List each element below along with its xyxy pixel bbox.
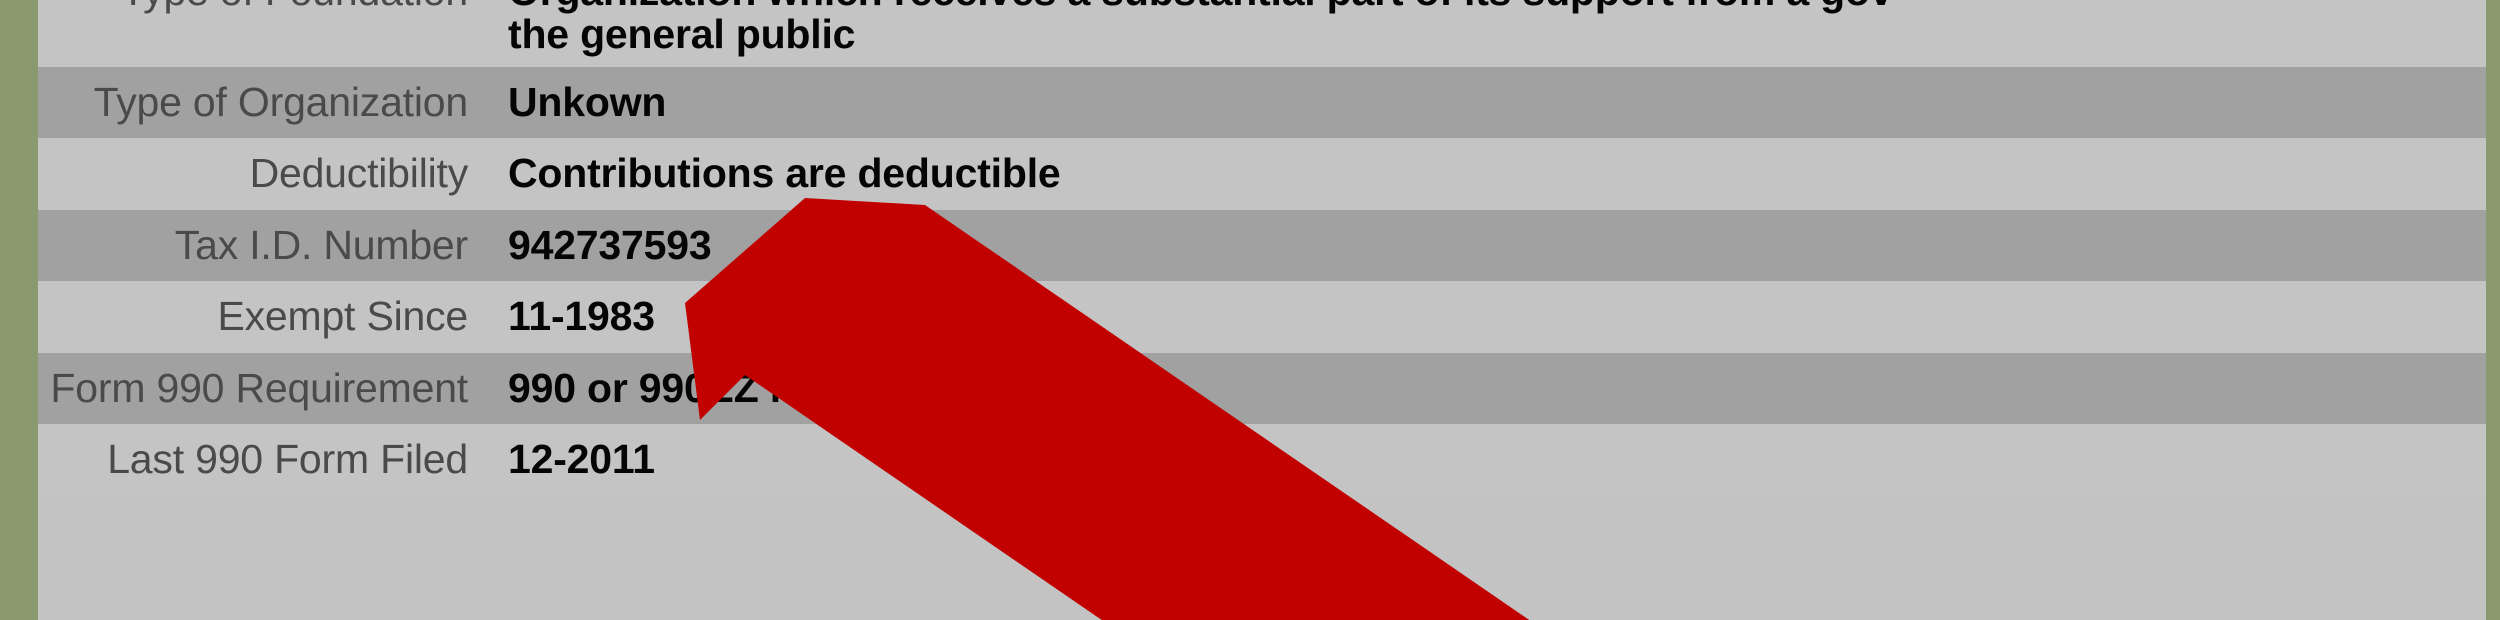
row-value-last-990-form-filed: 12-2011 <box>508 436 655 483</box>
row-value-type-of-foundation: Organization which receives a substantia… <box>490 0 2486 67</box>
row-value-tax-id-number: 942737593 <box>508 221 712 268</box>
table-row: Form 990 Requirement 990 or 990EZ return <box>38 352 2486 425</box>
table-row: Tax I.D. Number 942737593 <box>38 209 2486 282</box>
row-value-type-of-organization: Unkown <box>508 78 667 125</box>
table-row: Deductibility Contributions are deductib… <box>38 138 2486 210</box>
row-value-deductibility: Contributions are deductible <box>508 150 1061 197</box>
row-label-tax-id-number: Tax I.D. Number <box>174 221 468 268</box>
organization-details-table: Type of Foundation Organization which re… <box>38 0 2486 496</box>
table-row: Last 990 Form Filed 12-2011 <box>38 424 2486 496</box>
row-label-type-of-organization: Type of Organization <box>93 78 469 125</box>
row-value-line-2: the general public <box>508 11 856 58</box>
page-right-margin <box>2486 0 2500 620</box>
row-label-exempt-since: Exempt Since <box>217 293 468 340</box>
page-left-margin <box>0 0 38 620</box>
table-row: Exempt Since 11-1983 <box>38 281 2486 353</box>
row-label-form-990-requirement: Form 990 Requirement <box>50 364 468 411</box>
table-row: Type of Foundation Organization which re… <box>38 0 2486 67</box>
row-label-type-of-foundation: Type of Foundation <box>38 0 490 22</box>
row-value-form-990-requirement: 990 or 990EZ return <box>508 364 888 411</box>
screenshot-root: Type of Foundation Organization which re… <box>0 0 2500 620</box>
row-label-last-990-form-filed: Last 990 Form Filed <box>107 436 468 483</box>
row-label-deductibility: Deductibility <box>249 150 469 197</box>
table-row: Type of Organization Unkown <box>38 66 2486 139</box>
row-value-exempt-since: 11-1983 <box>508 293 655 340</box>
